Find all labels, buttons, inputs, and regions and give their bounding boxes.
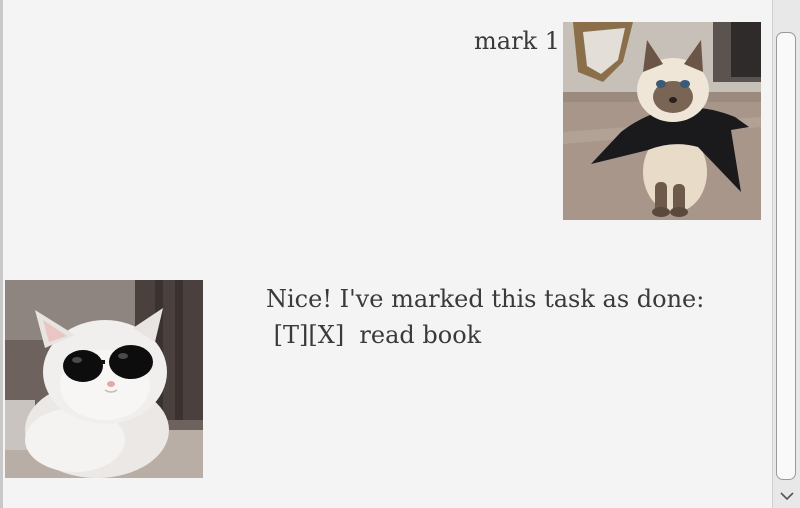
scroll-down-button[interactable] bbox=[773, 486, 800, 506]
bot-message-line-2: [T][X] read book bbox=[266, 321, 482, 349]
dialog-container: mark 1 Nice! I've marked this task as do… bbox=[3, 0, 772, 508]
white-cat-sunglasses-icon bbox=[5, 280, 203, 478]
scroll-up-area[interactable] bbox=[773, 2, 800, 22]
bot-message-text: Nice! I've marked this task as done: [T]… bbox=[266, 281, 704, 353]
siamese-cat-cape-icon bbox=[563, 22, 761, 220]
chevron-down-icon bbox=[779, 492, 794, 501]
vertical-scrollbar[interactable] bbox=[772, 0, 800, 508]
user-message-text: mark 1 bbox=[474, 27, 560, 55]
user-avatar bbox=[563, 22, 761, 220]
bot-message-line-1: Nice! I've marked this task as done: bbox=[266, 285, 705, 313]
scrollbar-thumb[interactable] bbox=[776, 32, 796, 480]
bot-avatar bbox=[5, 280, 203, 478]
chat-window: mark 1 Nice! I've marked this task as do… bbox=[0, 0, 800, 508]
